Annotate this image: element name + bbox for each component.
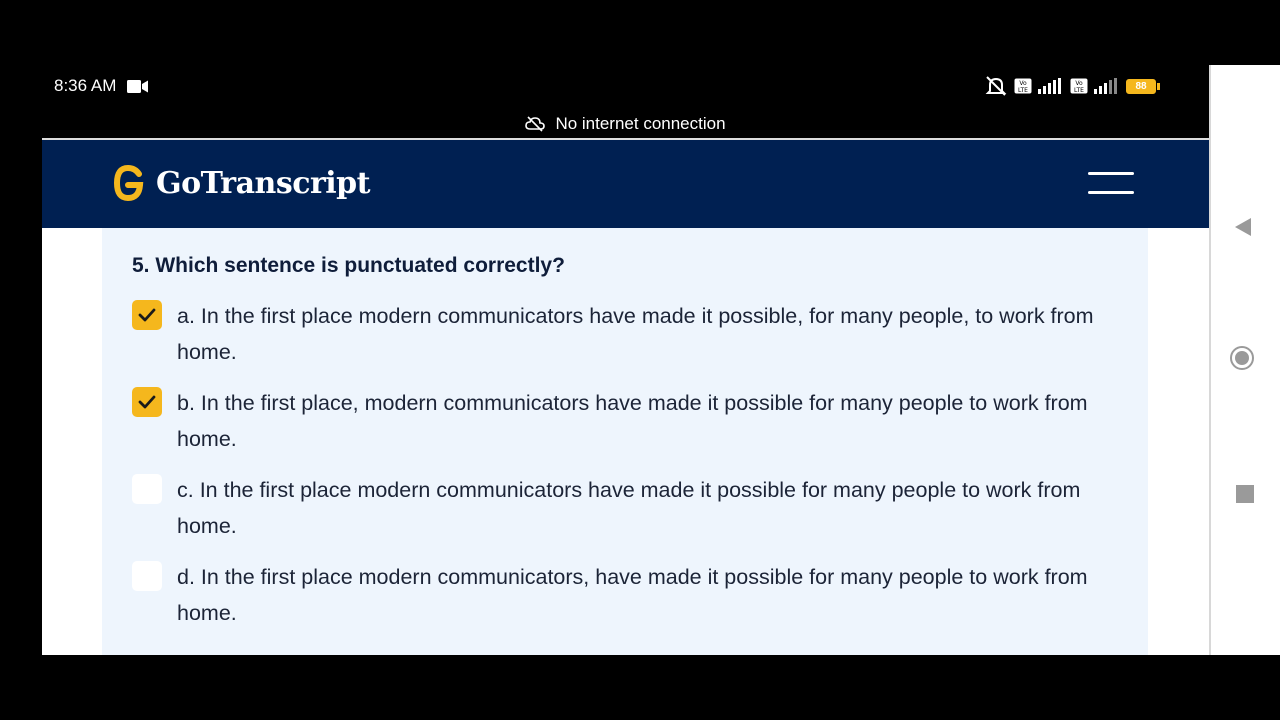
option-a[interactable]: a. In the first place modern communicato… <box>132 298 1112 370</box>
svg-text:LTE: LTE <box>1074 87 1084 94</box>
volte-icon: Vo LTE <box>1070 78 1088 94</box>
gotranscript-logo-icon <box>113 164 144 202</box>
home-icon[interactable] <box>1230 346 1254 370</box>
volte-icon: Vo LTE <box>1014 78 1032 94</box>
cloud-off-icon <box>525 116 546 132</box>
status-time: 8:36 AM <box>54 76 117 95</box>
video-camera-icon <box>127 80 148 93</box>
option-c[interactable]: c. In the first place modern communicato… <box>132 472 1112 544</box>
svg-text:Vo: Vo <box>1075 80 1083 87</box>
mute-icon <box>985 76 1007 96</box>
status-icons: Vo LTE Vo LTE 88 <box>984 76 1160 96</box>
battery-level: 88 <box>1135 80 1147 92</box>
hamburger-menu-button[interactable] <box>1088 170 1138 196</box>
svg-text:Vo: Vo <box>1019 80 1027 87</box>
site-name: GoTranscript <box>156 165 371 201</box>
back-icon[interactable] <box>1233 217 1253 237</box>
question-title: 5. Which sentence is punctuated correctl… <box>132 254 565 277</box>
checkmark-icon <box>138 395 156 409</box>
option-b[interactable]: b. In the first place, modern communicat… <box>132 385 1112 457</box>
web-page: GoTranscript 5. Which sentence is punctu… <box>42 140 1209 655</box>
offline-text: No internet connection <box>555 114 726 133</box>
option-d[interactable]: d. In the first place modern communicato… <box>132 559 1112 631</box>
option-b-checkbox[interactable] <box>132 387 162 417</box>
battery-icon: 88 <box>1126 78 1160 94</box>
option-b-label[interactable]: b. In the first place, modern communicat… <box>177 385 1112 457</box>
android-nav-bar <box>1209 65 1280 655</box>
offline-notice: No internet connection <box>42 110 1209 138</box>
site-header: GoTranscript <box>42 140 1209 228</box>
signal-icon <box>1094 78 1117 94</box>
option-c-label[interactable]: c. In the first place modern communicato… <box>177 472 1112 544</box>
option-d-label[interactable]: d. In the first place modern communicato… <box>177 559 1112 631</box>
signal-icon <box>1038 78 1061 94</box>
quiz-card: 5. Which sentence is punctuated correctl… <box>102 228 1148 655</box>
site-logo[interactable]: GoTranscript <box>112 164 371 202</box>
checkmark-icon <box>138 308 156 322</box>
svg-text:LTE: LTE <box>1018 87 1028 94</box>
recent-apps-icon[interactable] <box>1236 485 1254 503</box>
option-a-checkbox[interactable] <box>132 300 162 330</box>
option-a-label[interactable]: a. In the first place modern communicato… <box>177 298 1112 370</box>
option-d-checkbox[interactable] <box>132 561 162 591</box>
option-c-checkbox[interactable] <box>132 474 162 504</box>
